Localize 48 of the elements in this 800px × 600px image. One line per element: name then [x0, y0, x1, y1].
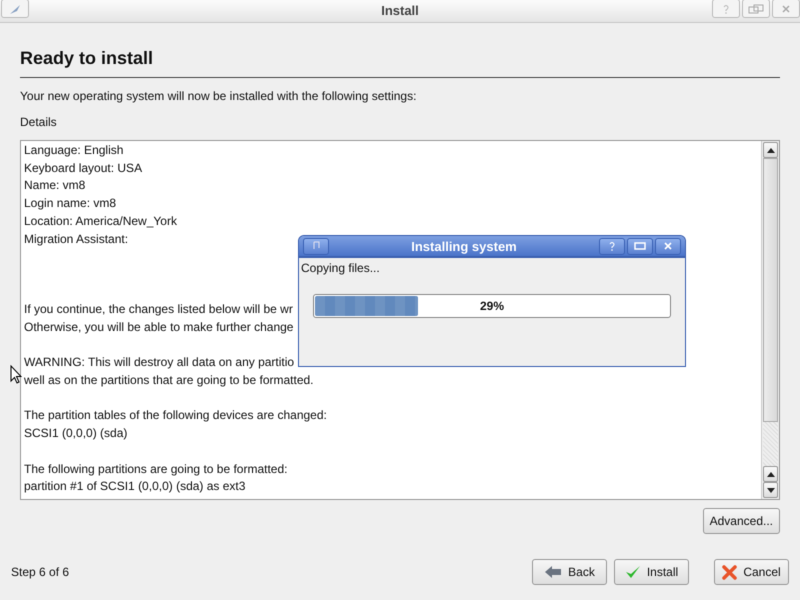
status-text: Copying files... — [301, 260, 381, 276]
details-line: Otherwise, you will be able to make further change — [24, 318, 294, 336]
advanced-button[interactable]: Advanced... — [702, 508, 780, 534]
details-line: well as on the partitions that are going to be formatted. — [24, 372, 314, 390]
checkmark-icon — [624, 565, 641, 579]
scroll-up-button[interactable] — [763, 466, 778, 482]
close-icon — [664, 242, 672, 250]
details-line: Migration Assistant: — [24, 230, 128, 248]
left-arrow-icon — [544, 565, 562, 579]
maximize-icon — [634, 242, 646, 250]
progress-percentage: 29% — [478, 299, 506, 313]
scroll-down-button[interactable] — [763, 482, 778, 498]
details-line: Language: English — [24, 142, 124, 159]
details-line: partition #1 of SCSI1 (0,0,0) (sda) as ext3 — [24, 478, 246, 496]
up-arrow-icon — [766, 148, 774, 152]
details-label: Details — [20, 114, 58, 130]
details-line: Login name: vm8 — [24, 195, 116, 212]
scrollbar[interactable] — [761, 141, 779, 499]
question-icon — [721, 4, 731, 14]
intro-text: Your new operating system will now be installed with the following settings: — [20, 88, 418, 104]
app-menu-button[interactable] — [1, 0, 29, 18]
question-icon — [608, 241, 616, 251]
help-button[interactable] — [599, 238, 625, 254]
scroll-thumb[interactable] — [763, 158, 778, 422]
details-line: Name: vm8 — [24, 177, 86, 194]
dialog-menu-button[interactable] — [303, 238, 329, 254]
up-arrow-icon — [766, 472, 774, 476]
scroll-up-button[interactable] — [763, 142, 778, 158]
details-line: The partition tables of the following devices are changed: — [24, 407, 327, 424]
step-indicator: Step 6 of 6 — [11, 564, 70, 580]
window-title: Install — [380, 3, 420, 18]
down-arrow-icon — [766, 488, 774, 492]
details-line: The following partitions are going to be formatted: — [24, 460, 288, 478]
restore-icon — [748, 4, 764, 14]
details-line: Location: America/New_York — [24, 212, 177, 230]
dialog-title: Installing system — [410, 238, 518, 254]
cross-icon — [722, 564, 738, 580]
maximize-button[interactable] — [627, 238, 653, 254]
page-heading: Ready to install — [20, 47, 154, 69]
details-line: SCSI1 (0,0,0) (sda) — [24, 425, 128, 442]
details-line: WARNING: This will destroy all data on any partitio — [24, 354, 294, 372]
close-button[interactable] — [655, 238, 681, 254]
cancel-button[interactable]: Cancel — [714, 559, 789, 585]
back-button[interactable]: Back — [532, 559, 607, 585]
details-line: Keyboard layout: USA — [24, 160, 142, 177]
install-button[interactable]: Install — [614, 559, 689, 585]
details-line: If you continue, the changes listed below will be wr — [24, 301, 293, 318]
close-icon — [781, 4, 791, 14]
